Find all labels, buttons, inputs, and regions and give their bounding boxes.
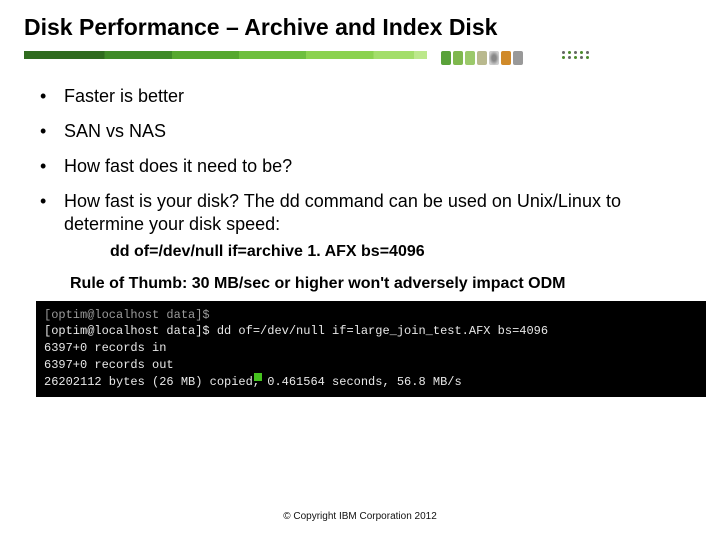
decor-dots	[562, 51, 590, 59]
terminal-line: 6397+0 records out	[44, 357, 698, 374]
terminal-line: 6397+0 records in	[44, 340, 698, 357]
copyright-footer: © Copyright IBM Corporation 2012	[0, 511, 720, 522]
terminal-screenshot: [optim@localhost data]$ [optim@localhost…	[36, 301, 706, 397]
terminal-cursor-icon	[254, 373, 262, 381]
bullet-text: How fast is your disk? The dd command ca…	[64, 191, 621, 234]
rule-of-thumb: Rule of Thumb: 30 MB/sec or higher won't…	[36, 275, 692, 293]
slide: Disk Performance – Archive and Index Dis…	[0, 0, 720, 540]
content-area: Faster is better SAN vs NAS How fast doe…	[24, 85, 696, 397]
bullet-item: How fast is your disk? The dd command ca…	[36, 190, 692, 263]
terminal-line: [optim@localhost data]$ dd of=/dev/null …	[44, 323, 698, 340]
bullet-list: Faster is better SAN vs NAS How fast doe…	[36, 85, 692, 263]
decor-bar	[24, 51, 696, 71]
bullet-item: Faster is better	[36, 85, 692, 108]
slide-title: Disk Performance – Archive and Index Dis…	[24, 14, 696, 41]
command-example: dd of=/dev/null if=archive 1. AFX bs=409…	[110, 242, 692, 262]
bullet-item: SAN vs NAS	[36, 120, 692, 143]
decor-blocks	[441, 51, 523, 67]
terminal-line: [optim@localhost data]$	[44, 307, 698, 324]
sub-block: dd of=/dev/null if=archive 1. AFX bs=409…	[64, 242, 692, 262]
terminal-line: 26202112 bytes (26 MB) copied, 0.461564 …	[44, 374, 698, 391]
bullet-item: How fast does it need to be?	[36, 155, 692, 178]
color-strip	[24, 51, 696, 59]
